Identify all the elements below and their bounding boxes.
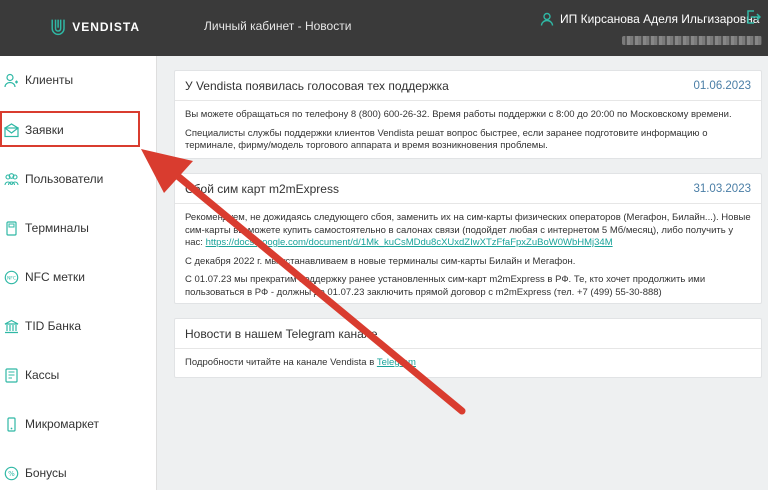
news-paragraph: С декабря 2022 г. мы устанавливаем в нов… — [185, 255, 576, 267]
news-title: У Vendista появилась голосовая тех подде… — [185, 78, 449, 93]
news-card-header: Сбой сим карт m2mExpress 31.03.2023 — [175, 174, 761, 204]
news-date: 31.03.2023 — [693, 182, 751, 195]
news-body: Вы можете обращаться по телефону 8 (800)… — [175, 101, 761, 165]
news-paragraph: С 01.07.23 мы прекратим поддержку ранее … — [185, 274, 706, 298]
svg-text:%: % — [8, 470, 15, 478]
sidebar-item-clients[interactable]: Клиенты — [0, 60, 157, 100]
sidebar-item-label: Кассы — [25, 368, 60, 382]
sidebar-item-label: Терминалы — [25, 221, 89, 235]
user-icon — [540, 12, 554, 26]
news-body: Рекомендуем, не дожидаясь следующего сбо… — [175, 204, 761, 311]
news-paragraph: Специалисты службы поддержки клиентов Ve… — [185, 127, 708, 152]
news-paragraph: Рекомендуем, не дожидаясь следующего сбо… — [185, 212, 751, 250]
sidebar-item-requests[interactable]: Заявки — [0, 110, 157, 150]
nfc-icon: NFC — [4, 270, 19, 284]
sidebar-item-bonuses[interactable]: % Бонусы — [0, 453, 157, 490]
requests-icon — [4, 122, 19, 137]
news-card-header: Новости в нашем Telegram канале — [175, 319, 761, 349]
news-card: У Vendista появилась голосовая тех подде… — [174, 70, 762, 159]
sidebar-item-label: Микромаркет — [25, 417, 100, 431]
user-name: ИП Кирсанова Аделя Ильгизаровна — [560, 12, 760, 26]
sidebar-item-terminals[interactable]: Терминалы — [0, 208, 157, 248]
news-paragraph: Подробности читайте на канале Vendista в… — [185, 357, 751, 370]
sidebar-item-label: Заявки — [25, 123, 64, 137]
telegram-link[interactable]: Telegram — [377, 357, 416, 368]
sidebar: Клиенты Заявки Пользователи Терминалы NF… — [0, 56, 157, 490]
vendista-logo[interactable]: VENDISTA — [50, 12, 140, 42]
sidebar-item-label: TID Банка — [25, 319, 82, 333]
bonus-icon: % — [4, 466, 19, 480]
news-title: Новости в нашем Telegram канале — [185, 326, 378, 341]
terminal-icon — [6, 220, 17, 236]
sidebar-item-bank-tid[interactable]: TID Банка — [0, 306, 157, 346]
sidebar-item-label: Пользователи — [25, 172, 104, 186]
top-bar: VENDISTA Личный кабинет - Новости ИП Кир… — [0, 0, 768, 56]
google-doc-link[interactable]: https://docs.google.com/document/d/1Mk_k… — [206, 237, 613, 248]
sidebar-item-cash-registers[interactable]: Кассы — [0, 355, 157, 395]
svg-text:NFC: NFC — [7, 275, 16, 281]
sidebar-item-label: Клиенты — [25, 73, 74, 87]
sidebar-item-label: NFC метки — [25, 270, 85, 284]
news-text: Подробности читайте на канале Vendista в — [185, 357, 375, 368]
news-card: Новости в нашем Telegram канале Подробно… — [174, 318, 762, 378]
vendista-logo-icon — [51, 19, 65, 36]
users-icon — [4, 172, 19, 185]
cash-register-icon — [5, 367, 18, 383]
sidebar-item-nfc[interactable]: NFC NFC метки — [0, 257, 157, 297]
page-title: Личный кабинет - Новости — [204, 19, 352, 33]
bank-icon — [4, 319, 19, 333]
sidebar-item-users[interactable]: Пользователи — [0, 159, 157, 199]
user-account-blurred — [622, 36, 762, 45]
news-title: Сбой сим карт m2mExpress — [185, 181, 339, 196]
micromarket-icon — [7, 416, 16, 432]
news-card: Сбой сим карт m2mExpress 31.03.2023 Реко… — [174, 173, 762, 304]
logo-text: VENDISTA — [72, 20, 140, 34]
news-date: 01.06.2023 — [693, 79, 751, 92]
user-profile[interactable]: ИП Кирсанова Аделя Ильгизаровна — [540, 10, 759, 28]
news-card-header: У Vendista появилась голосовая тех подде… — [175, 71, 761, 101]
sidebar-item-label: Бонусы — [25, 466, 67, 480]
logout-icon[interactable] — [745, 9, 761, 25]
sidebar-item-micromarket[interactable]: Микромаркет — [0, 404, 157, 444]
news-paragraph: Вы можете обращаться по телефону 8 (800)… — [185, 109, 732, 120]
clients-icon — [4, 73, 18, 87]
news-body: Подробности читайте на канале Vendista в… — [175, 349, 761, 382]
